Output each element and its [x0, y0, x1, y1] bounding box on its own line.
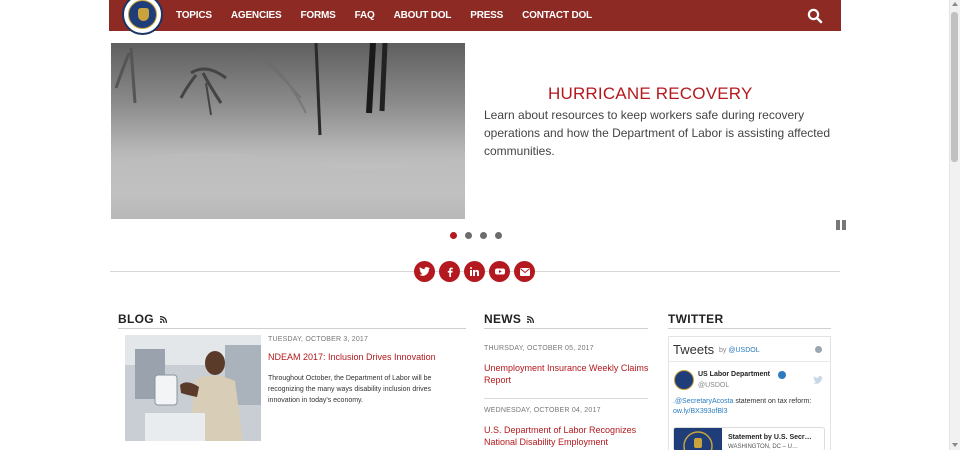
nav-forms[interactable]: FORMS	[301, 10, 336, 21]
tweet-mention[interactable]: .@SecretaryAcosta	[673, 398, 733, 405]
youtube-icon[interactable]	[489, 261, 510, 282]
info-icon[interactable]	[815, 346, 822, 353]
hurricane-scene	[111, 43, 465, 219]
twitter-by-handle[interactable]: @USDOL	[728, 347, 759, 354]
twitter-heading: TWITTER	[668, 312, 724, 326]
twitter-by-label: by	[719, 347, 727, 354]
search-icon[interactable]	[806, 7, 824, 25]
avatar[interactable]	[674, 370, 694, 390]
blog-date: TUESDAY, OCTOBER 3, 2017	[268, 336, 369, 343]
tweet-text: .@SecretaryAcosta statement on tax refor…	[673, 397, 828, 417]
blog-image[interactable]	[125, 335, 261, 441]
blog-rule	[118, 328, 466, 329]
blog-excerpt: Throughout October, the Department of La…	[268, 375, 432, 404]
twitter-by-line: by @USDOL	[719, 347, 760, 354]
eagle-icon	[138, 8, 149, 21]
news-heading-label: NEWS	[484, 312, 522, 326]
tweet-card-subtitle: WASHINGTON, DC – U…	[728, 444, 799, 450]
scroll-down-arrow-icon[interactable]	[952, 443, 958, 447]
tweet-card-title: Statement by U.S. Secr…	[728, 434, 812, 441]
news-date: THURSDAY, OCTOBER 05, 2017	[484, 345, 594, 352]
news-rule	[484, 328, 648, 329]
twitter-rule	[668, 328, 831, 329]
news-item-title[interactable]: U.S. Department of Labor Recognizes Nati…	[484, 424, 650, 448]
tweet-card[interactable]: Statement by U.S. Secr… WASHINGTON, DC –…	[673, 427, 825, 450]
hero-text: Learn about resources to keep workers sa…	[484, 108, 830, 158]
nav-faq[interactable]: FAQ	[355, 10, 375, 21]
facebook-icon[interactable]	[439, 261, 460, 282]
lab-worker-photo	[125, 335, 261, 441]
nav-contact-dol[interactable]: CONTACT DOL	[522, 10, 592, 21]
tweet-card-image	[674, 428, 722, 450]
news-heading[interactable]: NEWS	[484, 312, 534, 326]
carousel-dot-1[interactable]	[450, 232, 457, 239]
hero-image[interactable]	[111, 43, 465, 219]
rss-icon	[159, 316, 167, 324]
nav-press[interactable]: PRESS	[470, 10, 503, 21]
carousel-dot-3[interactable]	[480, 232, 487, 239]
hero-title[interactable]: HURRICANE RECOVERY	[548, 84, 753, 104]
pause-icon[interactable]	[836, 220, 846, 230]
blog-post-title[interactable]: NDEAM 2017: Inclusion Drives Innovation	[268, 351, 436, 363]
carousel-dots	[450, 232, 510, 239]
twitter-icon[interactable]	[414, 261, 435, 282]
nav-about-dol[interactable]: ABOUT DOL	[394, 10, 452, 21]
carousel-dot-4[interactable]	[495, 232, 502, 239]
news-date: WEDNESDAY, OCTOBER 04, 2017	[484, 407, 601, 414]
twitter-account-name[interactable]: US Labor Department	[698, 371, 770, 378]
tweet-link[interactable]: ow.ly/BX393ofBl3	[673, 408, 727, 415]
twitter-account-handle[interactable]: @USDOL	[698, 382, 729, 389]
blog-heading-label: BLOG	[118, 312, 154, 326]
rss-icon	[526, 316, 534, 324]
verified-icon	[778, 371, 786, 379]
email-icon[interactable]	[514, 261, 535, 282]
tweet-body: statement on tax reform:	[733, 398, 812, 405]
news-item-title[interactable]: Unemployment Insurance Weekly Claims Rep…	[484, 362, 650, 386]
twitter-widget-title[interactable]: Tweets	[673, 342, 714, 357]
linkedin-icon[interactable]	[464, 261, 485, 282]
twitter-bird-icon[interactable]	[813, 371, 823, 384]
seal-inner	[128, 0, 157, 29]
carousel-dot-2[interactable]	[465, 232, 472, 239]
twitter-separator	[669, 361, 830, 362]
blog-heading[interactable]: BLOG	[118, 312, 167, 326]
main-nav: TOPICS AGENCIES FORMS FAQ ABOUT DOL PRES…	[176, 0, 611, 31]
nav-topics[interactable]: TOPICS	[176, 10, 212, 21]
news-separator	[484, 398, 648, 399]
nav-agencies[interactable]: AGENCIES	[231, 10, 282, 21]
social-links	[414, 261, 539, 282]
scroll-up-arrow-icon[interactable]	[952, 2, 958, 6]
scrollbar-thumb[interactable]	[951, 12, 958, 162]
